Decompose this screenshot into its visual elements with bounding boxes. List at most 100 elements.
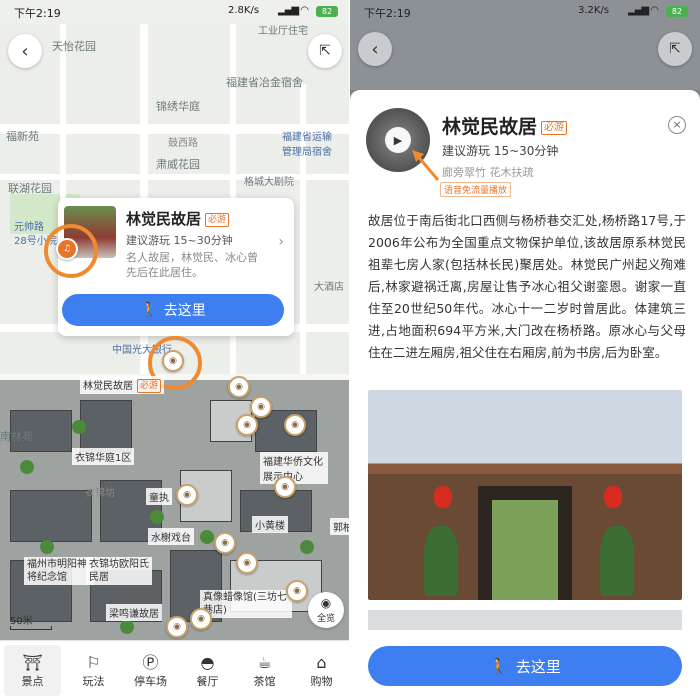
- map-label: 郭柏: [330, 518, 350, 535]
- back-arrow-icon: ‹: [371, 38, 379, 60]
- share-icon: ⇱: [669, 41, 681, 57]
- next-photo: [368, 610, 682, 630]
- poi-pin-icon[interactable]: ◉: [228, 376, 250, 398]
- map-label: 大酒店: [314, 282, 344, 293]
- poi-description: 名人故居，林觉民、冰心曾先后在此居住。: [126, 251, 258, 279]
- tab-shopping[interactable]: ⌂ 购物: [293, 641, 350, 699]
- must-visit-badge: 必游: [137, 379, 162, 393]
- bottom-tab-bar: ⛩ 景点 ⚐ 玩法 Ⓟ 停车场 ◓ 餐厅 ☕ 茶馆 ⌂ 购物: [0, 640, 350, 699]
- poi-pin-icon[interactable]: ◉: [284, 414, 306, 436]
- map-label: 福建省运输管理局宿舍: [282, 132, 332, 158]
- gate-interior: [492, 500, 558, 600]
- map-label: 水榭戏台: [148, 528, 194, 545]
- map-label: 真像蜡像馆(三坊七巷店): [200, 590, 292, 618]
- parking-icon: Ⓟ: [142, 652, 159, 672]
- must-visit-badge: 必游: [541, 120, 568, 135]
- plant: [600, 526, 634, 596]
- status-time: 下午2:19: [364, 7, 411, 20]
- back-button[interactable]: ‹: [358, 32, 392, 66]
- share-icon: ⇱: [319, 43, 331, 59]
- must-visit-badge: 必游: [205, 212, 230, 227]
- poi-duration: 建议游玩 15~30分钟: [126, 234, 233, 247]
- map-label: 锦绣华庭: [156, 100, 200, 113]
- status-time: 下午2:19: [14, 7, 61, 20]
- map-label: 南林苑: [0, 430, 33, 443]
- poi-pin-icon[interactable]: ◉: [236, 414, 258, 436]
- play-icon[interactable]: ▶: [385, 127, 411, 153]
- share-button[interactable]: ⇱: [658, 32, 692, 66]
- back-button[interactable]: ‹: [8, 34, 42, 68]
- map-label: 元帅路: [14, 222, 44, 233]
- map-label: 肃威花园: [156, 158, 200, 171]
- map-label: 福州市明阳神将纪念馆: [24, 557, 94, 585]
- map-label: 格城大剧院: [244, 177, 294, 188]
- status-network-speed: 3.2K/s: [578, 5, 610, 16]
- tab-scenic[interactable]: ⛩ 景点: [4, 645, 61, 696]
- detail-duration: 建议游玩 15~30分钟: [442, 144, 559, 158]
- detail-tags: 廊旁翠竹 花木扶疏: [442, 166, 534, 179]
- plant: [424, 526, 458, 596]
- detail-sheet: ▶ 林觉民故居 必游 建议游玩 15~30分钟 廊旁翠竹 花木扶疏 语音免流量播放…: [350, 90, 700, 699]
- road-label: 衣锦坊: [85, 488, 115, 499]
- status-bar: 下午2:19 3.2K/s ▂▄▆ ◠ 82: [350, 0, 700, 24]
- poi-pin-icon[interactable]: ◉: [214, 532, 236, 554]
- share-button[interactable]: ⇱: [308, 34, 342, 68]
- overview-button[interactable]: ◉ 全览: [308, 592, 344, 628]
- battery-icon: 82: [316, 6, 338, 17]
- map-screen: 下午2:19 2.8K/s ▂▄▆ ◠ 82 天怡花园 工业厅住宅 福建省冶金宿…: [0, 0, 350, 699]
- audio-free-badge: 语音免流量播放: [440, 182, 512, 197]
- poi-pin-icon[interactable]: ◉: [162, 350, 184, 372]
- walking-icon: 🚶: [140, 302, 158, 318]
- teapot-icon: ☕: [257, 652, 272, 672]
- shopping-icon: ⌂: [316, 652, 327, 672]
- map-label: 福建华侨文化展示中心: [260, 452, 328, 484]
- poi-pin-icon[interactable]: ◉: [274, 476, 296, 498]
- audio-guide-icon[interactable]: ♫: [56, 238, 78, 260]
- signal-icon: ▂▄▆ ◠: [628, 5, 659, 16]
- poi-pin-icon[interactable]: ◉: [166, 616, 188, 638]
- eye-icon: ◉: [320, 596, 332, 610]
- map-label: 联湖花园: [8, 182, 52, 195]
- restaurant-icon: ◓: [200, 652, 215, 672]
- tab-routes[interactable]: ⚐ 玩法: [65, 641, 122, 699]
- battery-icon: 82: [666, 6, 688, 17]
- map-label: 福建省冶金宿舍: [226, 76, 303, 89]
- map-poi-label[interactable]: 林觉民故居 必游: [80, 376, 165, 394]
- map-label: 梁鸣谦故居: [106, 604, 162, 621]
- map-label: 小黄楼: [252, 516, 288, 533]
- poi-pin-icon[interactable]: ◉: [250, 396, 272, 418]
- scenic-icon: ⛩: [22, 652, 43, 672]
- go-here-button[interactable]: 🚶 去这里: [62, 294, 284, 326]
- tab-teahouse[interactable]: ☕ 茶馆: [236, 641, 293, 699]
- map-label: 衣锦坊欧阳氏民居: [86, 557, 152, 585]
- poi-pin-icon[interactable]: ◉: [190, 608, 212, 630]
- arrow-annotation-icon: [412, 150, 440, 181]
- poi-pin-icon[interactable]: ◉: [286, 580, 308, 602]
- tab-parking[interactable]: Ⓟ 停车场: [122, 641, 179, 699]
- route-icon: ⚐: [86, 652, 101, 672]
- signal-icon: ▂▄▆ ◠: [278, 5, 309, 16]
- status-network-speed: 2.8K/s: [228, 5, 260, 16]
- poi-pin-icon[interactable]: ◉: [176, 484, 198, 506]
- status-bar: 下午2:19 2.8K/s ▂▄▆ ◠ 82: [0, 0, 350, 24]
- map-label: 工业厅住宅: [258, 26, 308, 37]
- lantern: [604, 486, 622, 508]
- go-here-button[interactable]: 🚶 去这里: [368, 646, 682, 686]
- close-icon[interactable]: ×: [668, 116, 686, 134]
- residence-photo[interactable]: [368, 390, 682, 600]
- map-label: 衣锦华庭1区: [72, 448, 135, 465]
- poi-pin-icon[interactable]: ◉: [236, 552, 258, 574]
- road-label: 鼓西路: [168, 138, 198, 149]
- walking-icon: 🚶: [489, 657, 508, 675]
- poi-card[interactable]: 林觉民故居 必游 建议游玩 15~30分钟 名人故居，林觉民、冰心曾先后在此居住。…: [58, 198, 294, 336]
- back-arrow-icon: ‹: [21, 40, 29, 62]
- detail-screen: 下午2:19 3.2K/s ▂▄▆ ◠ 82 ‹ ⇱ ▶ 林觉民故居 必游 建议游…: [350, 0, 700, 699]
- tab-restaurant[interactable]: ◓ 餐厅: [179, 641, 236, 699]
- chevron-right-icon[interactable]: ›: [278, 234, 284, 250]
- map-scale-label: 50米: [10, 616, 33, 627]
- detail-description: 故居位于南后街北口西侧与杨桥巷交汇处,杨桥路17号,于2006年公布为全国重点文…: [368, 213, 686, 360]
- detail-title: 林觉民故居 必游: [442, 112, 568, 139]
- poi-title: 林觉民故居 必游: [126, 208, 230, 229]
- map-label: 天怡花园: [52, 40, 96, 53]
- lantern: [434, 486, 452, 508]
